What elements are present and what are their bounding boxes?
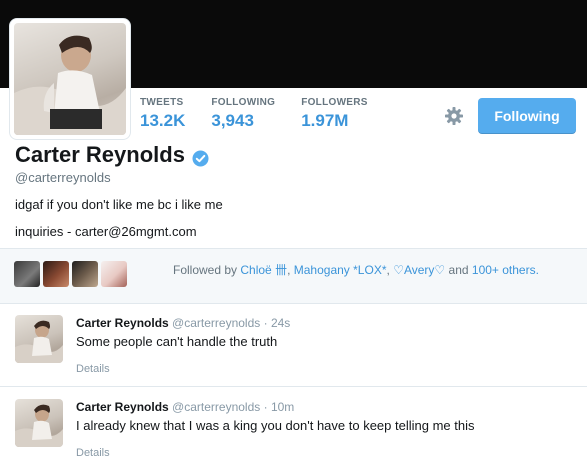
tweet-text: Some people can't handle the truth (76, 334, 278, 349)
profile-handle[interactable]: @carterreynolds (15, 170, 111, 185)
tweet-header: Carter Reynolds @carterreynolds · 24s (76, 316, 290, 330)
more-followers-link[interactable]: 100+ others. (472, 263, 539, 277)
tweet-avatar[interactable] (15, 399, 63, 447)
tweet-header: Carter Reynolds @carterreynolds · 10m (76, 400, 294, 414)
profile-avatar[interactable] (10, 19, 130, 139)
follower-avatar[interactable] (43, 261, 69, 287)
tweet-timestamp[interactable]: · 24s (264, 316, 291, 330)
profile-name-row: Carter Reynolds (15, 142, 209, 168)
followed-by-bar: Followed by Chloë 卌, Mahogany *LOX*, ♡Av… (0, 248, 587, 304)
stat-value: 1.97M (301, 111, 349, 130)
profile-avatar-image (14, 23, 126, 135)
follower-avatar[interactable] (72, 261, 98, 287)
profile-name[interactable]: Carter Reynolds (15, 142, 185, 168)
followed-by-avatars (14, 261, 130, 287)
profile-stats: TWEETS 13.2K FOLLOWING 3,943 FOLLOWERS 1… (140, 97, 394, 131)
tweet-item[interactable]: Carter Reynolds @carterreynolds · 10m I … (0, 387, 587, 474)
profile-bio: idgaf if you don't like me bc i like me (15, 197, 223, 212)
gear-icon[interactable] (444, 106, 464, 126)
following-button[interactable]: Following (478, 98, 576, 134)
tweet-item[interactable]: Carter Reynolds @carterreynolds · 24s So… (0, 303, 587, 385)
stat-label: FOLLOWING (211, 97, 276, 108)
follower-avatar[interactable] (14, 261, 40, 287)
stat-followers[interactable]: FOLLOWERS 1.97M (301, 97, 368, 131)
tweet-author-handle[interactable]: @carterreynolds (172, 400, 260, 414)
tweet-author-name[interactable]: Carter Reynolds (76, 316, 169, 330)
verified-badge-icon (192, 147, 209, 166)
tweet-avatar[interactable] (15, 315, 63, 363)
separator: , (287, 263, 291, 277)
tweet-details-link[interactable]: Details (76, 447, 110, 459)
follower-avatar[interactable] (101, 261, 127, 287)
followed-by-text: Followed by Chloë 卌, Mahogany *LOX*, ♡Av… (173, 262, 553, 279)
follower-link[interactable]: ♡Avery♡ (393, 263, 445, 277)
profile-contact: inquiries - carter@26mgmt.com (15, 224, 197, 239)
tweet-author-handle[interactable]: @carterreynolds (172, 316, 260, 330)
stat-following[interactable]: FOLLOWING 3,943 (211, 97, 275, 131)
followed-by-prefix: Followed by (173, 263, 238, 277)
stat-label: TWEETS (140, 97, 184, 108)
stat-label: FOLLOWERS (301, 97, 368, 108)
followed-by-and: and (448, 263, 469, 277)
tweet-text: I already knew that I was a king you don… (76, 418, 475, 433)
follower-link[interactable]: Chloë 卌 (240, 263, 287, 277)
stat-value: 13.2K (140, 111, 186, 130)
stat-value: 3,943 (211, 111, 254, 130)
follower-link[interactable]: Mahogany *LOX* (294, 263, 387, 277)
separator: , (386, 263, 390, 277)
tweet-details-link[interactable]: Details (76, 363, 110, 375)
tweet-author-name[interactable]: Carter Reynolds (76, 400, 169, 414)
stat-tweets[interactable]: TWEETS 13.2K (140, 97, 185, 131)
tweet-timestamp[interactable]: · 10m (264, 400, 295, 414)
